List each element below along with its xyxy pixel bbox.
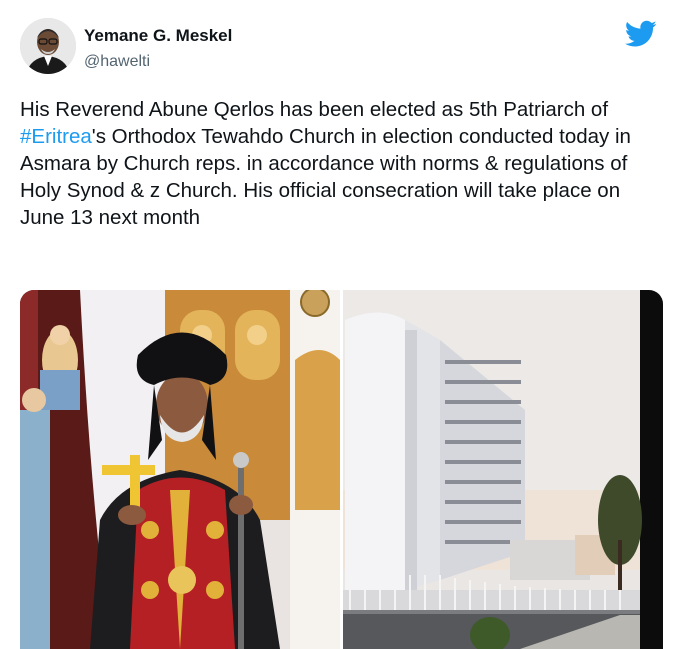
author-name[interactable]: Yemane G. Meskel <box>84 26 232 46</box>
tweet-text: His Reverend Abune Qerlos has been elect… <box>20 96 665 231</box>
church-building-photo[interactable] <box>343 290 663 649</box>
author-handle[interactable]: @hawelti <box>84 53 150 71</box>
tweet-text-part: His Reverend Abune Qerlos has been elect… <box>20 98 609 121</box>
patriarch-photo[interactable] <box>20 290 340 649</box>
hashtag-link[interactable]: #Eritrea <box>20 125 92 148</box>
avatar[interactable] <box>20 18 76 74</box>
tweet-text-part: 's Orthodox Tewahdo Church in election c… <box>20 125 631 229</box>
tweet-media[interactable] <box>20 290 663 649</box>
tweet-card: Yemane G. Meskel @hawelti His Reverend A… <box>0 0 683 649</box>
twitter-bird-icon[interactable] <box>624 20 657 48</box>
